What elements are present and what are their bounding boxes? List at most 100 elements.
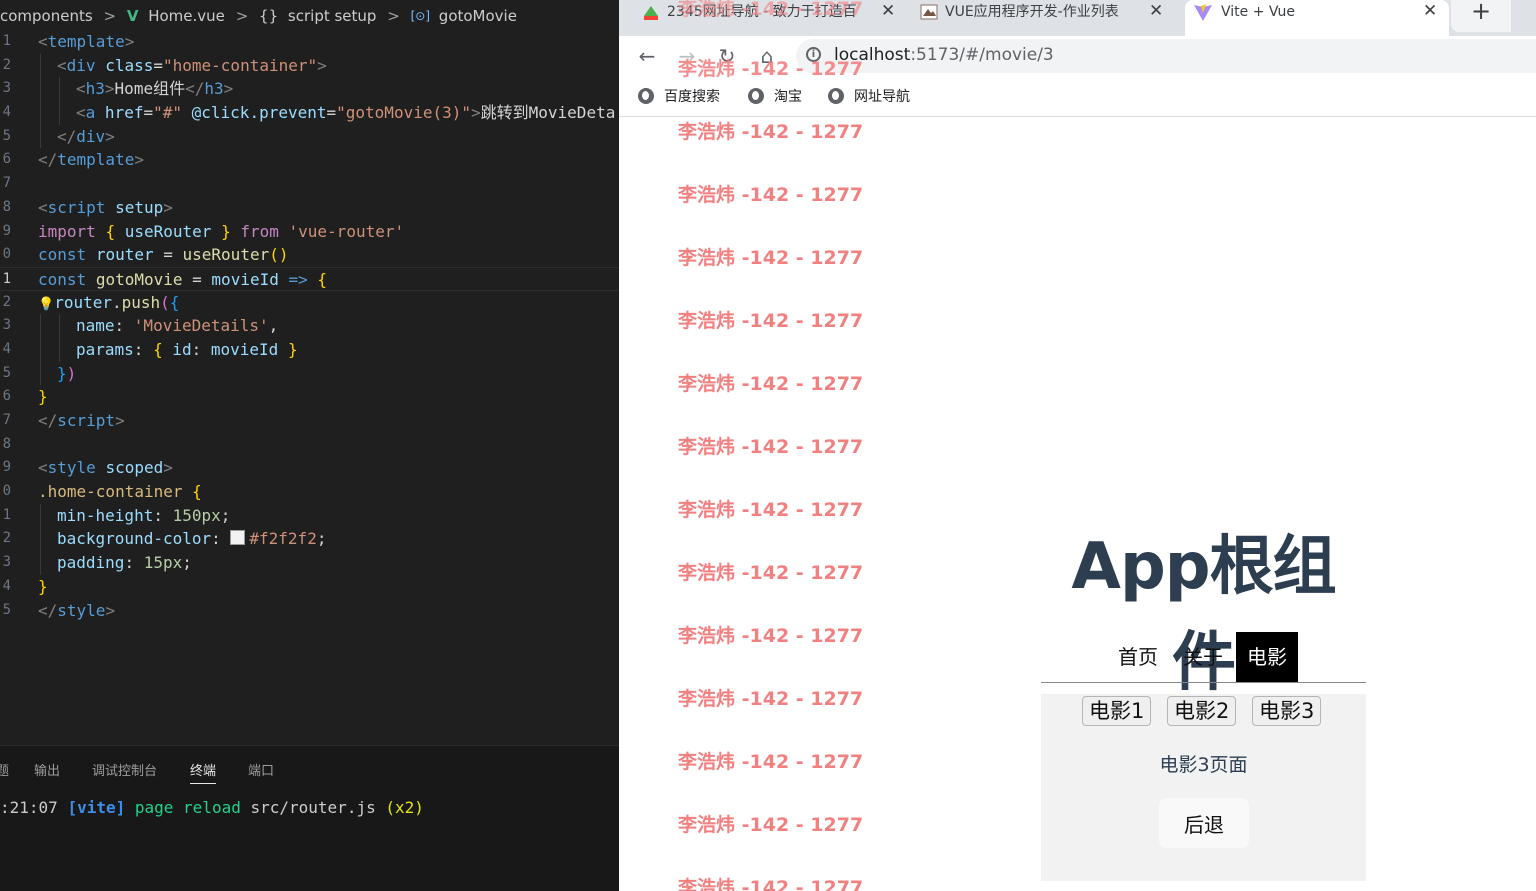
code-line: 8 <script setup> bbox=[0, 196, 619, 220]
code-line: 5 </div> bbox=[0, 124, 619, 149]
browser-tab-vite-vue[interactable]: Vite + Vue ✕ bbox=[1185, 0, 1449, 36]
tab-output[interactable]: 输出 bbox=[34, 760, 60, 779]
braces-icon: {} bbox=[259, 6, 279, 25]
code-line: 1 min-height: 150px; bbox=[0, 503, 619, 528]
tab-debug-console[interactable]: 调试控制台 bbox=[92, 760, 157, 779]
line-number: 1 bbox=[2, 506, 11, 523]
nav-link-movie[interactable]: 电影 bbox=[1236, 632, 1298, 682]
line-number: 5 bbox=[2, 127, 11, 144]
watermark-text: 李浩炜 -142 - 1277 bbox=[678, 310, 864, 332]
breadcrumb-separator: > bbox=[387, 6, 400, 25]
movie3-button[interactable]: 电影3 bbox=[1252, 696, 1322, 726]
line-number: 7 bbox=[2, 412, 11, 428]
symbol-icon: [⊙] bbox=[410, 8, 431, 23]
lightbulb-icon[interactable]: 💡 bbox=[38, 297, 54, 312]
code-line: 7 </script> bbox=[0, 409, 619, 433]
line-number: 2 bbox=[2, 530, 11, 547]
watermark-text: 李浩炜 -142 - 1277 bbox=[678, 121, 864, 143]
code-line: 0 const router = useRouter() bbox=[0, 243, 619, 267]
line-number: 6 bbox=[2, 388, 11, 405]
breadcrumb-item-components[interactable]: components bbox=[0, 7, 93, 25]
terminal-output[interactable]: :21:07 [vite] page reload src/router.js … bbox=[0, 798, 424, 817]
line-number: 5 bbox=[2, 601, 11, 618]
breadcrumb-item-file[interactable]: Home.vue bbox=[148, 7, 225, 25]
line-number: 5 bbox=[2, 364, 11, 381]
code-line: 4 <a href="#" @click.prevent="gotoMovie(3… bbox=[0, 101, 619, 125]
tab-terminal[interactable]: 终端 bbox=[190, 760, 217, 784]
globe-icon bbox=[638, 88, 654, 104]
browser-tab-course[interactable]: VUE应用程序开发-作业列表 ✕ bbox=[915, 0, 1171, 36]
router-nav: 首页 关于 电影 bbox=[1041, 632, 1366, 683]
code-line: 6} bbox=[0, 385, 619, 409]
line-number: 9 bbox=[2, 459, 11, 476]
breadcrumb-item-script-setup[interactable]: script setup bbox=[288, 7, 377, 25]
color-swatch[interactable] bbox=[230, 530, 246, 546]
code-area[interactable]: 1 <template> 2 <div class="home-container"… bbox=[0, 30, 619, 622]
watermark-text: 李浩炜 -142 - 1277 bbox=[678, 562, 864, 584]
back-button[interactable]: 后退 bbox=[1159, 798, 1249, 848]
close-icon[interactable]: ✕ bbox=[1423, 1, 1437, 21]
url-text[interactable]: localhost:5173/#/movie/3 bbox=[834, 45, 1054, 65]
code-line-current: 1 const gotoMovie = movieId => { bbox=[0, 266, 619, 291]
line-number: 6 bbox=[2, 151, 11, 168]
bookmark-baidu[interactable]: 百度搜索 bbox=[638, 86, 720, 106]
watermark-text: 李浩炜 -142 - 1277 bbox=[678, 877, 864, 891]
movie2-button[interactable]: 电影2 bbox=[1167, 696, 1237, 726]
line-number: 2 bbox=[2, 293, 11, 310]
code-line: 5 </style> bbox=[0, 599, 619, 623]
back-arrow-icon[interactable]: ← bbox=[633, 42, 661, 70]
nav-link-about[interactable]: 关于 bbox=[1172, 632, 1234, 682]
browser-window: 2345网址导航 - 致力于打造百 ✕ VUE应用程序开发-作业列表 ✕ Vit… bbox=[619, 0, 1536, 891]
vue-file-icon: V bbox=[126, 6, 139, 25]
tab-ports[interactable]: 端口 bbox=[248, 760, 274, 779]
new-tab-button[interactable]: + bbox=[1451, 0, 1511, 32]
movie-container: 电影1 电影2 电影3 电影3页面 后退 bbox=[1041, 694, 1366, 881]
code-line: 2 background-color: #f2f2f2; bbox=[0, 527, 619, 552]
code-line: 7 bbox=[0, 172, 619, 196]
tab-title: VUE应用程序开发-作业列表 bbox=[945, 4, 1119, 20]
movie-page-text: 电影3页面 bbox=[1159, 754, 1248, 776]
line-number: 8 bbox=[2, 198, 11, 215]
watermark-text: 李浩炜 -142 - 1277 bbox=[678, 373, 864, 395]
code-editor[interactable]: components > V Home.vue > {} script setu… bbox=[0, 0, 619, 891]
tab-problems[interactable]: 题 bbox=[0, 760, 9, 779]
line-number: 0 bbox=[2, 246, 11, 263]
code-line: 9 <style scoped> bbox=[0, 456, 619, 480]
line-number: 8 bbox=[2, 435, 11, 452]
movie1-button[interactable]: 电影1 bbox=[1082, 696, 1152, 726]
nav-link-home[interactable]: 首页 bbox=[1107, 632, 1169, 682]
globe-icon bbox=[828, 88, 844, 104]
close-icon[interactable]: ✕ bbox=[877, 1, 896, 21]
2345-icon bbox=[644, 6, 658, 20]
course-icon bbox=[920, 4, 938, 20]
watermark-text: 李浩炜 -142 - 1277 bbox=[678, 0, 864, 20]
watermark-text: 李浩炜 -142 - 1277 bbox=[678, 625, 864, 647]
line-number: 4 bbox=[2, 577, 11, 594]
code-line: 1 <template> bbox=[0, 30, 619, 54]
code-line: 3 <h3>Home组件</h3> bbox=[0, 77, 619, 102]
watermark-text: 李浩炜 -142 - 1277 bbox=[678, 814, 864, 836]
watermark-text: 李浩炜 -142 - 1277 bbox=[678, 751, 864, 773]
app-root: App根组件 首页 关于 电影 电影1 电影2 电影3 电影3页面 后退 bbox=[1041, 117, 1366, 891]
line-number: 1 bbox=[2, 270, 11, 287]
close-icon[interactable]: ✕ bbox=[1149, 1, 1163, 21]
code-line: 9 import { useRouter } from 'vue-router' bbox=[0, 220, 619, 244]
line-number: 4 bbox=[2, 104, 11, 121]
bookmark-taobao[interactable]: 淘宝 bbox=[748, 86, 802, 106]
breadcrumb-item-gotomovie[interactable]: gotoMovie bbox=[439, 7, 517, 25]
code-line: 3 padding: 15px; bbox=[0, 551, 619, 575]
line-number: 4 bbox=[2, 340, 11, 357]
line-number: 3 bbox=[2, 554, 11, 571]
line-number: 7 bbox=[2, 175, 11, 192]
address-bar[interactable]: i localhost:5173/#/movie/3 bbox=[796, 39, 1536, 73]
breadcrumb: components > V Home.vue > {} script setu… bbox=[0, 6, 619, 28]
code-line: 6 </template> bbox=[0, 148, 619, 172]
line-number: 3 bbox=[2, 317, 11, 334]
code-line: 4 params: { id: movieId } bbox=[0, 337, 619, 362]
globe-icon bbox=[748, 88, 764, 104]
code-line: 3 name: 'MovieDetails', bbox=[0, 314, 619, 338]
line-number: 0 bbox=[2, 483, 11, 500]
line-number: 2 bbox=[2, 56, 11, 73]
watermark-text: 李浩炜 -142 - 1277 bbox=[678, 436, 864, 458]
bookmark-nav[interactable]: 网址导航 bbox=[828, 86, 910, 106]
